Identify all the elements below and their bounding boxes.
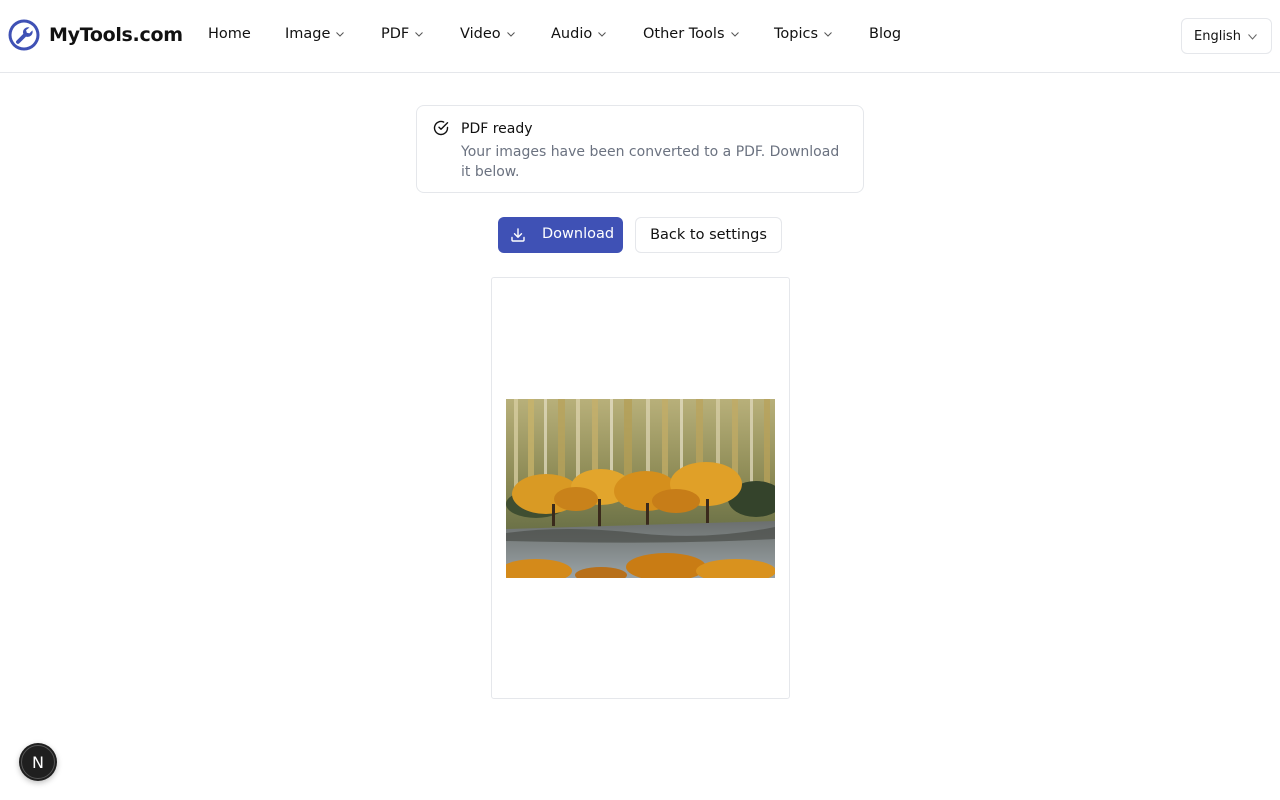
n-badge-button[interactable]: N <box>19 743 57 781</box>
chevron-down-icon <box>824 31 832 37</box>
chevron-down-icon <box>730 31 739 37</box>
nav-pdf[interactable]: PDF <box>381 26 424 42</box>
language-select[interactable]: English <box>1181 18 1272 54</box>
nav-image[interactable]: Image <box>285 26 345 42</box>
pdf-preview-page <box>491 277 790 699</box>
back-to-settings-button[interactable]: Back to settings <box>635 217 782 253</box>
alert-description: Your images have been converted to a PDF… <box>461 144 840 180</box>
nav-other-tools-label: Other Tools <box>643 26 725 42</box>
nav-video[interactable]: Video <box>460 26 515 42</box>
nav-home[interactable]: Home <box>208 26 251 42</box>
nav-video-label: Video <box>460 26 501 42</box>
site-header: MyTools.com Home Image PDF Video Audio O… <box>0 0 1280 73</box>
chevron-down-icon <box>1248 34 1257 40</box>
nav-other-tools[interactable]: Other Tools <box>643 26 739 42</box>
nav-topics[interactable]: Topics <box>774 26 832 42</box>
chevron-down-icon <box>598 31 607 37</box>
nav-blog-label: Blog <box>869 26 902 42</box>
nav-audio-label: Audio <box>551 26 593 42</box>
back-to-settings-label: Back to settings <box>650 227 767 243</box>
check-circle-icon <box>433 120 449 136</box>
nav-home-label: Home <box>208 26 251 42</box>
language-selected-value: English <box>1194 28 1241 44</box>
site-logo[interactable]: MyTools.com <box>8 19 183 51</box>
success-alert: PDF ready Your images have been converte… <box>416 105 864 193</box>
autumn-trees-photo <box>506 399 775 578</box>
nav-blog[interactable]: Blog <box>869 26 901 42</box>
alert-title: PDF ready <box>461 121 533 137</box>
download-icon <box>511 228 525 242</box>
download-button[interactable]: Download <box>498 217 623 253</box>
nav-image-label: Image <box>285 26 331 42</box>
download-button-label: Download <box>542 226 615 242</box>
n-badge-letter: N <box>32 752 44 772</box>
chevron-down-icon <box>336 31 345 37</box>
nav-topics-label: Topics <box>774 26 819 42</box>
site-name: MyTools.com <box>49 24 183 46</box>
nav-pdf-label: PDF <box>381 26 410 42</box>
chevron-down-icon <box>415 31 424 37</box>
wrench-logo-icon <box>8 19 40 51</box>
nav-audio[interactable]: Audio <box>551 26 607 42</box>
chevron-down-icon <box>506 31 515 37</box>
